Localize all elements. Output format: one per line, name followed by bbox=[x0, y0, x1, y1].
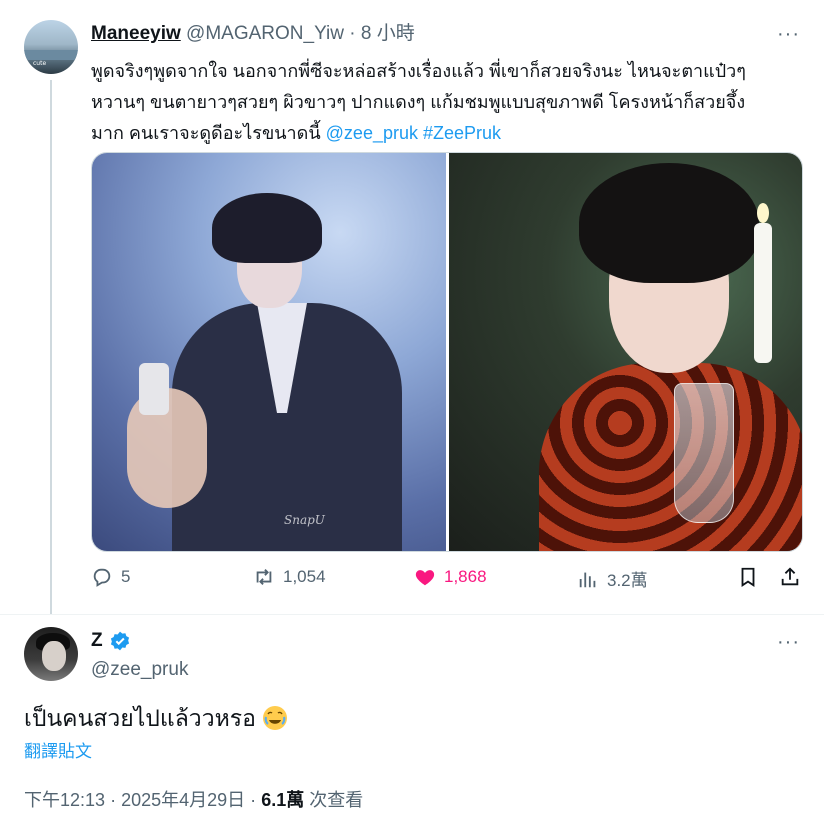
separator: · bbox=[349, 23, 356, 44]
avatar-background bbox=[24, 50, 78, 60]
photo-hair bbox=[578, 163, 759, 283]
views-count: 6.1萬 bbox=[261, 790, 305, 810]
photo-right[interactable] bbox=[448, 153, 802, 551]
retweet-button[interactable]: 1,054 bbox=[253, 566, 326, 588]
tweet-text: พูดจริงๆพูดจากใจ นอกจากพี่ซีจะหล่อสร้างเ… bbox=[91, 56, 803, 149]
bookmark-button[interactable] bbox=[737, 566, 759, 588]
avatar[interactable] bbox=[24, 627, 78, 681]
share-icon bbox=[781, 567, 799, 586]
verified-icon bbox=[110, 631, 129, 651]
tweet-text-content: เป็นคนสวยไปแล้ววหรอ bbox=[24, 705, 256, 731]
reply-count: 5 bbox=[121, 567, 131, 586]
tweet-text-line: มาก คนเราจะดูดีอะไรขนาดนี้ @zee_pruk #Ze… bbox=[91, 118, 803, 149]
tweet-date[interactable]: 2025年4月29日 bbox=[121, 788, 245, 812]
mention-link[interactable]: @zee_pruk bbox=[326, 123, 418, 143]
reply-button[interactable]: 5 bbox=[91, 566, 130, 588]
share-button[interactable] bbox=[779, 566, 801, 588]
thread-line bbox=[50, 80, 52, 614]
photo-left[interactable]: SnapU bbox=[92, 153, 446, 551]
bookmark-icon bbox=[741, 567, 755, 587]
more-icon[interactable]: ··· bbox=[777, 24, 800, 44]
like-count: 1,868 bbox=[444, 567, 487, 586]
views-button[interactable]: 3.2萬 bbox=[577, 566, 648, 591]
photo-glass bbox=[673, 383, 734, 523]
like-button[interactable]: 1,868 bbox=[414, 566, 487, 588]
avatar-face bbox=[42, 641, 66, 671]
photo-watermark: SnapU bbox=[284, 513, 325, 527]
photo-candle bbox=[753, 223, 772, 363]
tweet-time[interactable]: 下午12:13 bbox=[24, 788, 105, 812]
views-count: 3.2萬 bbox=[607, 571, 648, 590]
more-icon[interactable]: ··· bbox=[777, 632, 800, 652]
translate-link[interactable]: 翻譯貼文 bbox=[24, 741, 92, 763]
tweet-header: Maneeyiw @MAGARON_Yiw · 8 小時 bbox=[91, 22, 415, 46]
tweet-text-line: หวานๆ ขนตายาวๆสวยๆ ผิวขาวๆ ปากแดงๆ แก้มช… bbox=[91, 92, 746, 112]
author-name-row: Z bbox=[91, 629, 131, 653]
heart-icon bbox=[415, 570, 435, 586]
reply-icon bbox=[93, 568, 111, 587]
views-label: 次查看 bbox=[309, 790, 364, 810]
tweet-meta: 下午12:13 · 2025年4月29日 · 6.1萬 次查看 bbox=[24, 788, 363, 812]
photo-shirt bbox=[538, 363, 802, 551]
action-bar: 5 1,054 1,868 3.2萬 bbox=[91, 566, 803, 600]
retweet-count: 1,054 bbox=[283, 567, 326, 586]
tweet-text-line: พูดจริงๆพูดจากใจ นอกจากพี่ซีจะหล่อสร้างเ… bbox=[91, 61, 746, 81]
photo-phone bbox=[139, 363, 169, 415]
author-handle[interactable]: @MAGARON_Yiw bbox=[186, 23, 344, 44]
tweet-media: SnapU bbox=[91, 152, 803, 552]
timestamp[interactable]: 8 小時 bbox=[361, 23, 415, 44]
views-icon bbox=[579, 572, 596, 587]
hashtag-link[interactable]: #ZeePruk bbox=[423, 123, 501, 143]
tweet-text-line-3: มาก คนเราจะดูดีอะไรขนาดนี้ bbox=[91, 123, 326, 143]
photo-hair bbox=[212, 193, 322, 263]
avatar-tag: cute bbox=[33, 60, 47, 67]
tweet-text: เป็นคนสวยไปแล้ววหรอ bbox=[24, 703, 288, 733]
photo-flame bbox=[756, 203, 769, 223]
divider bbox=[0, 614, 824, 615]
author-name[interactable]: Maneeyiw bbox=[91, 23, 181, 44]
author-handle[interactable]: @zee_pruk bbox=[91, 658, 188, 682]
avatar[interactable]: cute bbox=[24, 20, 78, 74]
author-name[interactable]: Z bbox=[91, 629, 103, 653]
emoji-icon bbox=[262, 706, 287, 730]
retweet-icon bbox=[256, 569, 272, 585]
